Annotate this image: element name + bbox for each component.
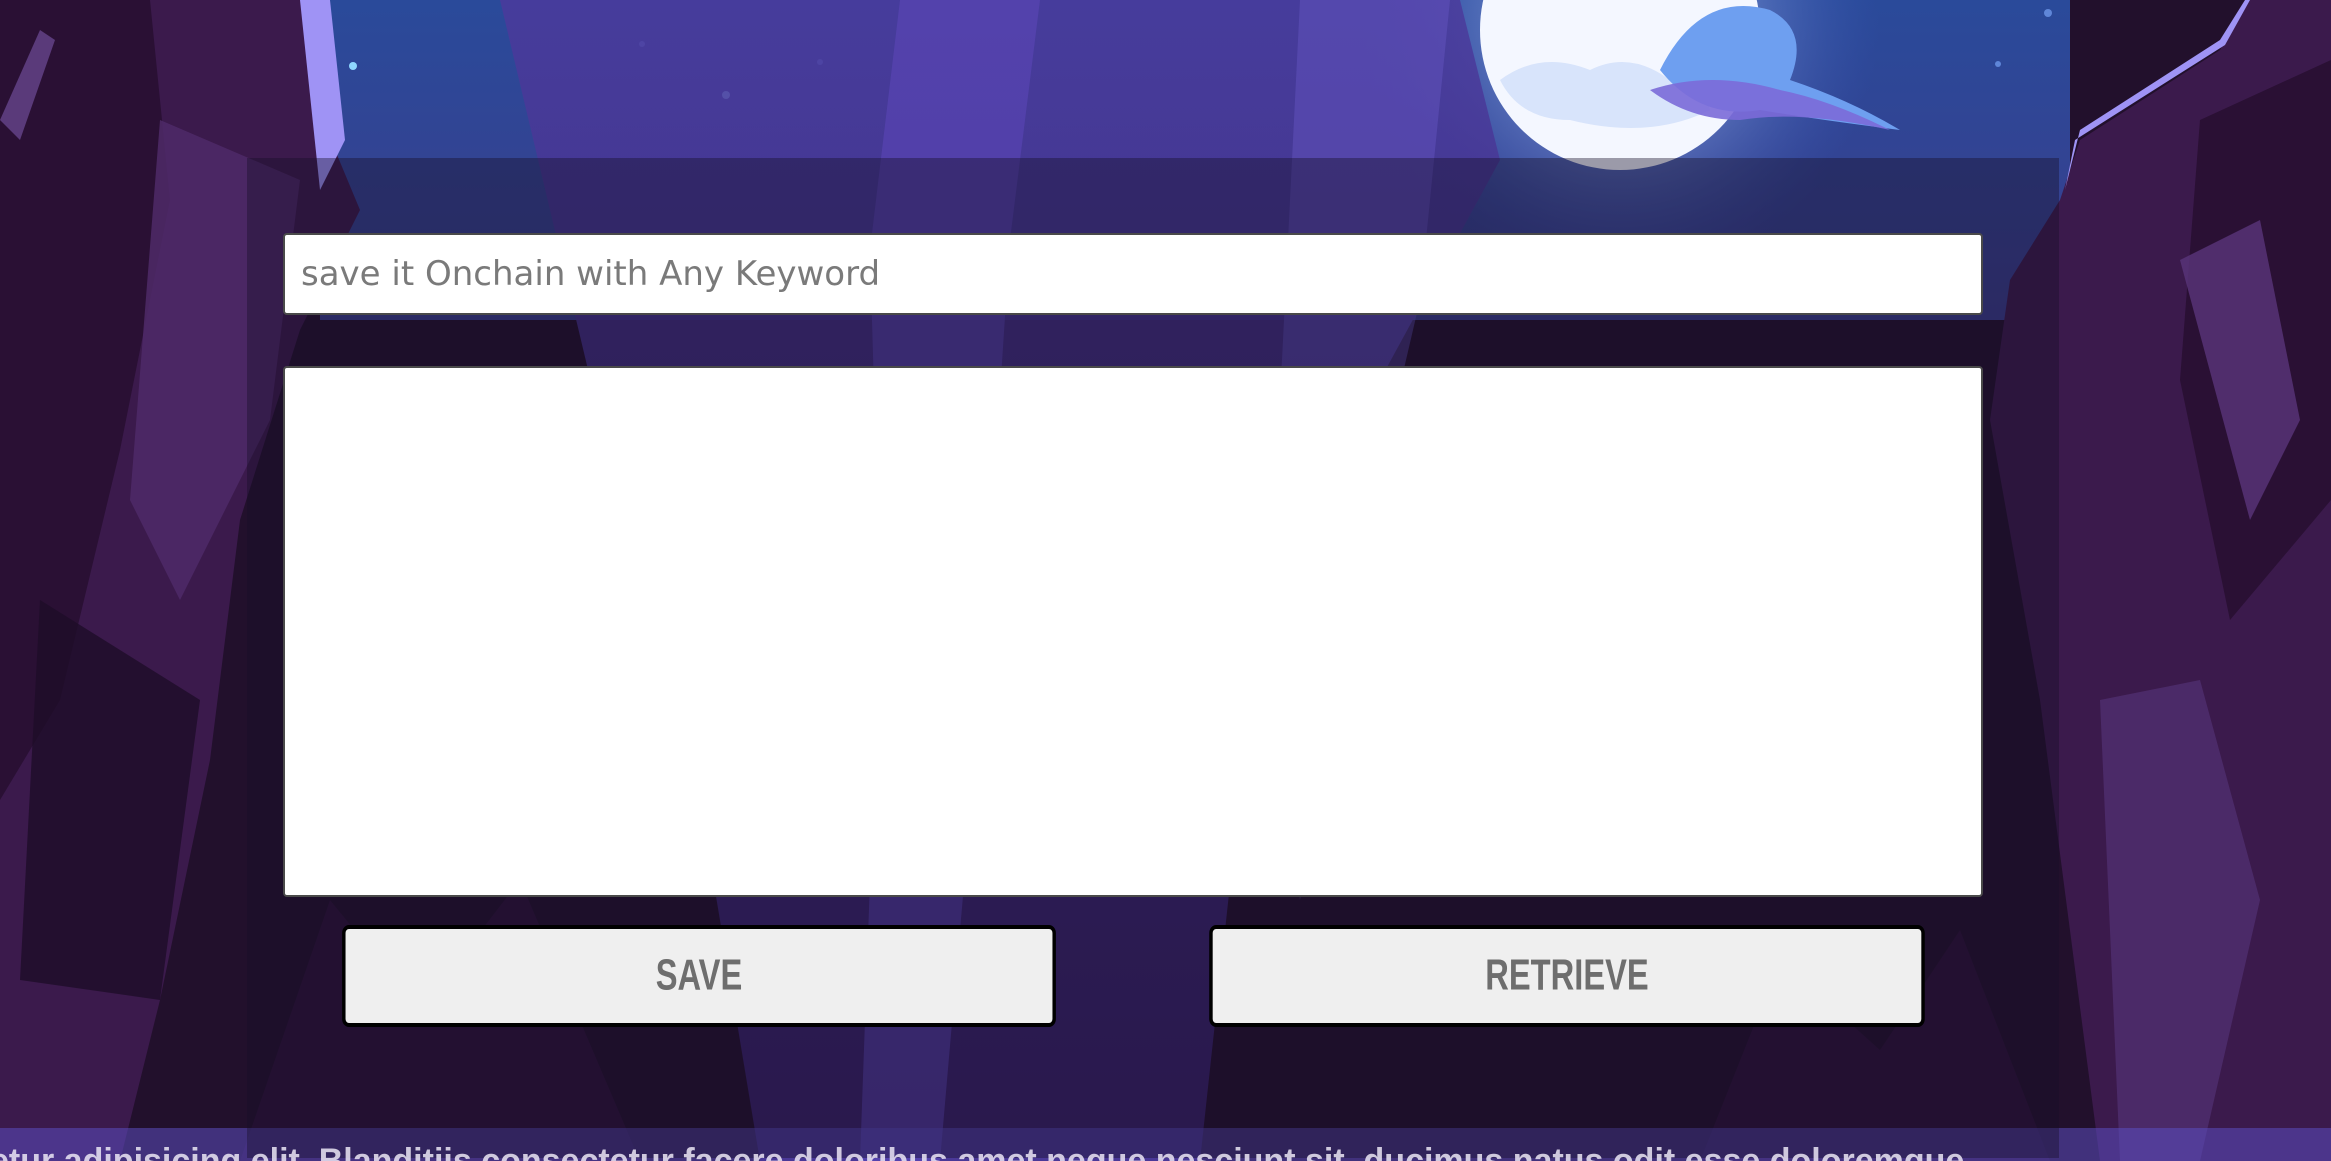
retrieve-button[interactable]: RETRIEVE: [1209, 925, 1925, 1027]
content-textarea[interactable]: [283, 366, 1983, 897]
keyword-input[interactable]: [283, 233, 1983, 315]
save-button[interactable]: SAVE: [342, 925, 1056, 1027]
save-button-label: SAVE: [655, 951, 743, 1000]
retrieve-button-label: RETRIEVE: [1485, 951, 1649, 1000]
scrolling-ticker-text: etur adipisicing elit. Blanditiis consec…: [0, 1142, 1965, 1161]
